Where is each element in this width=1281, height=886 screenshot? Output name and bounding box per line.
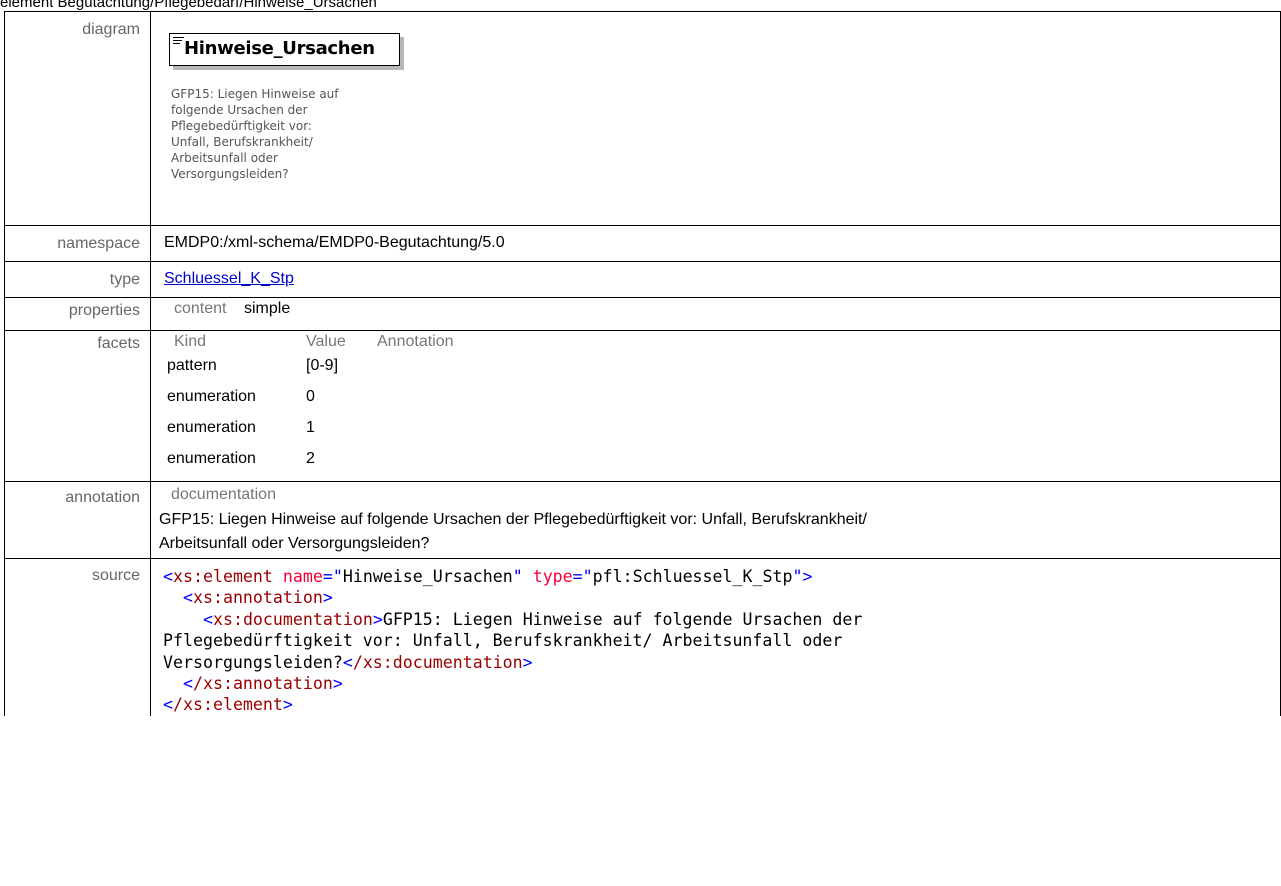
property-value: simple	[244, 300, 291, 317]
facet-row: pattern [0-9]	[164, 357, 454, 388]
source-tag: xs:documentation	[212, 609, 373, 629]
source-attr: type	[532, 567, 573, 586]
element-node: Hinweise_Ursachen	[169, 33, 400, 66]
source-tag: /xs:element	[173, 695, 283, 715]
facet-value: 1	[306, 419, 315, 436]
annotation-header: documentation	[171, 486, 276, 503]
source-tag: /xs:documentation	[352, 652, 523, 672]
annotation-text-line: GFP15: Liegen Hinweise auf folgende Ursa…	[159, 511, 867, 528]
namespace-value: EMDP0:/xml-schema/EMDP0-Begutachtung/5.0	[164, 234, 505, 251]
facet-row: enumeration 0	[164, 388, 454, 419]
element-diagram: Hinweise_Ursachen GFP15: Liegen Hinweise…	[151, 12, 1280, 225]
source-text: Pflegebedürftigkeit vor: Unfall, Berufsk…	[163, 631, 843, 651]
facet-row: enumeration 2	[164, 450, 454, 481]
diagram-cell: Hinweise_Ursachen GFP15: Liegen Hinweise…	[150, 11, 1281, 226]
annotation-text: GFP15: Liegen Hinweise auf folgende Ursa…	[159, 504, 1280, 558]
type-link[interactable]: Schluessel_K_Stp	[164, 262, 294, 297]
annotation-label: annotation	[4, 481, 151, 559]
facet-kind: enumeration	[167, 419, 256, 436]
facet-kind: enumeration	[167, 388, 256, 405]
source-code: <xs:element name="Hinweise_Ursachen" typ…	[150, 557, 1281, 716]
facets-header-value: Value	[306, 333, 346, 350]
facets-table: Kind Value Annotation pattern [0-9] enum…	[164, 333, 454, 481]
element-list-icon	[173, 37, 184, 46]
facet-kind: enumeration	[167, 450, 256, 467]
annotation-text-line: Arbeitsunfall oder Versorgungsleiden?	[159, 535, 430, 552]
facet-value: 2	[306, 450, 315, 467]
source-tag: xs:annotation	[192, 588, 323, 608]
element-doc-table: diagram Hinweise_Ursachen GFP15: Liegen …	[4, 11, 1281, 716]
facet-value: 0	[306, 388, 315, 405]
element-node-name: Hinweise_Ursachen	[184, 38, 375, 59]
element-node-doc: GFP15: Liegen Hinweise auf folgende Ursa…	[171, 87, 339, 181]
type-label: type	[4, 261, 151, 298]
properties-table: content simple	[174, 300, 290, 330]
facets-header-kind: Kind	[174, 333, 207, 350]
source-attr-value: pfl:Schluessel_K_Stp	[592, 567, 793, 586]
source-tag: xs:element	[173, 567, 273, 586]
facets-header-annotation: Annotation	[377, 333, 454, 350]
diagram-label: diagram	[4, 11, 151, 226]
source-label: source	[4, 557, 151, 716]
property-key: content	[174, 300, 227, 317]
namespace-label: namespace	[4, 225, 151, 262]
facet-row: enumeration 1	[164, 419, 454, 450]
source-tag: /xs:annotation	[192, 674, 333, 694]
source-text: GFP15: Liegen Hinweise auf folgende Ursa…	[382, 609, 863, 629]
source-attr: name	[282, 567, 323, 586]
source-attr-value: Hinweise_Ursachen	[342, 567, 513, 586]
page-header-text: element Begutachtung/Pflegebedarf/Hinwei…	[0, 0, 377, 10]
facet-value: [0-9]	[306, 357, 339, 374]
facets-label: facets	[4, 330, 151, 482]
source-text: Versorgungsleiden?	[163, 652, 343, 672]
properties-label: properties	[4, 297, 151, 331]
facet-kind: pattern	[167, 357, 217, 374]
